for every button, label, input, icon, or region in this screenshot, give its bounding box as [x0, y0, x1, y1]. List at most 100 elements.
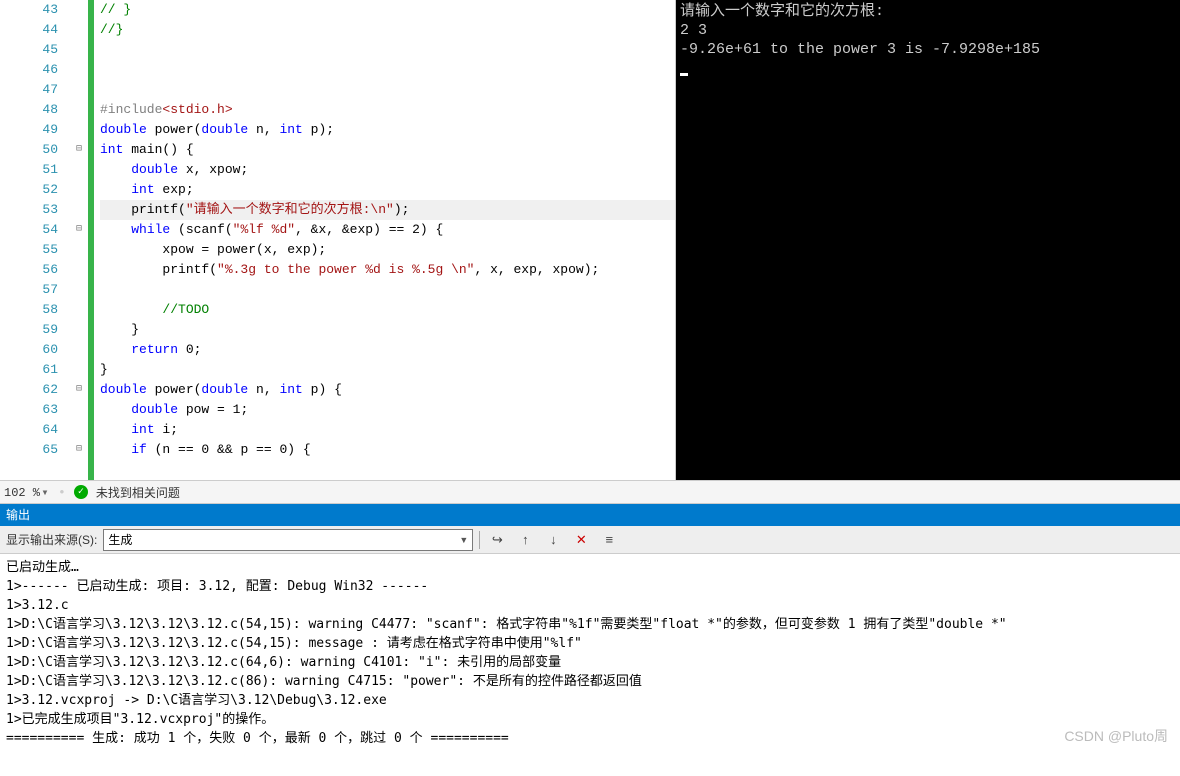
fold-toggle: [70, 260, 88, 280]
code-line[interactable]: [100, 40, 675, 60]
fold-toggle: [70, 180, 88, 200]
line-number: 59: [0, 320, 58, 340]
fold-toggle[interactable]: ⊟: [70, 220, 88, 240]
separator: [479, 531, 480, 549]
line-number: 57: [0, 280, 58, 300]
line-number: 62: [0, 380, 58, 400]
fold-toggle: [70, 420, 88, 440]
fold-toggle: [70, 80, 88, 100]
fold-toggle: [70, 20, 88, 40]
code-line[interactable]: xpow = power(x, exp);: [100, 240, 675, 260]
line-number: 63: [0, 400, 58, 420]
zoom-dropdown-icon[interactable]: ▾: [40, 485, 50, 500]
line-number: 64: [0, 420, 58, 440]
code-area[interactable]: // }//}#include<stdio.h>double power(dou…: [94, 0, 675, 480]
fold-toggle: [70, 280, 88, 300]
code-line[interactable]: [100, 80, 675, 100]
cursor: [680, 73, 688, 76]
toggle-wrap-button[interactable]: ≡: [598, 529, 620, 551]
line-number: 44: [0, 20, 58, 40]
fold-toggle: [70, 40, 88, 60]
fold-gutter[interactable]: ⊟ ⊟ ⊟ ⊟: [70, 0, 88, 480]
fold-toggle: [70, 0, 88, 20]
code-line[interactable]: double power(double n, int p) {: [100, 380, 675, 400]
line-number: 46: [0, 60, 58, 80]
line-number: 55: [0, 240, 58, 260]
fold-toggle: [70, 120, 88, 140]
line-number: 54: [0, 220, 58, 240]
output-source-label: 显示输出来源(S):: [6, 531, 97, 548]
main-area: 4344454647484950515253545556575859606162…: [0, 0, 1180, 480]
fold-toggle: [70, 360, 88, 380]
line-number: 47: [0, 80, 58, 100]
code-line[interactable]: while (scanf("%lf %d", &x, &exp) == 2) {: [100, 220, 675, 240]
line-number: 50: [0, 140, 58, 160]
fold-toggle[interactable]: ⊟: [70, 380, 88, 400]
console-line: 2 3: [680, 21, 1176, 40]
fold-toggle: [70, 100, 88, 120]
code-line[interactable]: int i;: [100, 420, 675, 440]
line-number: 45: [0, 40, 58, 60]
goto-source-button[interactable]: ↪: [486, 529, 508, 551]
code-line[interactable]: double x, xpow;: [100, 160, 675, 180]
console-line: 请输入一个数字和它的次方根:: [680, 2, 1176, 21]
chevron-down-icon: ▼: [459, 535, 468, 545]
status-text: 未找到相关问题: [96, 484, 180, 501]
code-line[interactable]: }: [100, 360, 675, 380]
output-line: ========== 生成: 成功 1 个，失败 0 个，最新 0 个，跳过 0…: [6, 729, 1174, 748]
output-toolbar: 显示输出来源(S): 生成 ▼ ↪ ↑ ↓ ✕ ≡: [0, 526, 1180, 554]
fold-toggle: [70, 340, 88, 360]
fold-toggle[interactable]: ⊟: [70, 140, 88, 160]
fold-toggle: [70, 400, 88, 420]
code-line[interactable]: #include<stdio.h>: [100, 100, 675, 120]
line-number: 48: [0, 100, 58, 120]
output-line: 已启动生成…: [6, 558, 1174, 577]
code-line[interactable]: double pow = 1;: [100, 400, 675, 420]
output-source-select[interactable]: 生成 ▼: [103, 529, 473, 551]
zoom-value: 102 %: [4, 486, 40, 500]
output-line: 1>D:\C语言学习\3.12\3.12\3.12.c(86): warning…: [6, 672, 1174, 691]
code-line[interactable]: // }: [100, 0, 675, 20]
line-number: 53: [0, 200, 58, 220]
code-line[interactable]: [100, 280, 675, 300]
code-line[interactable]: }: [100, 320, 675, 340]
code-line[interactable]: //}: [100, 20, 675, 40]
code-line[interactable]: printf("请输入一个数字和它的次方根:\n");: [100, 200, 675, 220]
output-body[interactable]: 已启动生成…1>------ 已启动生成: 项目: 3.12, 配置: Debu…: [0, 554, 1180, 774]
code-editor[interactable]: 4344454647484950515253545556575859606162…: [0, 0, 676, 480]
output-line: 1>D:\C语言学习\3.12\3.12\3.12.c(54,15): mess…: [6, 634, 1174, 653]
fold-toggle[interactable]: ⊟: [70, 440, 88, 460]
output-panel-title: 输出: [0, 504, 1180, 526]
line-number: 52: [0, 180, 58, 200]
line-number-gutter: 4344454647484950515253545556575859606162…: [0, 0, 70, 480]
code-line[interactable]: double power(double n, int p);: [100, 120, 675, 140]
fold-toggle: [70, 160, 88, 180]
clear-button[interactable]: ✕: [570, 529, 592, 551]
code-line[interactable]: int exp;: [100, 180, 675, 200]
code-line[interactable]: int main() {: [100, 140, 675, 160]
check-icon: ✓: [74, 485, 88, 499]
code-line[interactable]: [100, 60, 675, 80]
line-number: 60: [0, 340, 58, 360]
prev-message-button[interactable]: ↑: [514, 529, 536, 551]
output-line: 1>D:\C语言学习\3.12\3.12\3.12.c(64,6): warni…: [6, 653, 1174, 672]
code-line[interactable]: printf("%.3g to the power %d is %.5g \n"…: [100, 260, 675, 280]
zoom-level[interactable]: 102 %▾: [4, 485, 50, 500]
fold-toggle: [70, 240, 88, 260]
next-message-button[interactable]: ↓: [542, 529, 564, 551]
output-line: 1>3.12.c: [6, 596, 1174, 615]
editor-status-bar: 102 %▾ • ✓ 未找到相关问题: [0, 480, 1180, 504]
watermark: CSDN @Pluto周: [1064, 726, 1168, 746]
console-window[interactable]: 请输入一个数字和它的次方根:2 3-9.26e+61 to the power …: [676, 0, 1180, 480]
line-number: 43: [0, 0, 58, 20]
fold-toggle: [70, 60, 88, 80]
code-line[interactable]: return 0;: [100, 340, 675, 360]
code-line[interactable]: if (n == 0 && p == 0) {: [100, 440, 675, 460]
output-line: 1>------ 已启动生成: 项目: 3.12, 配置: Debug Win3…: [6, 577, 1174, 596]
code-line[interactable]: //TODO: [100, 300, 675, 320]
console-line: -9.26e+61 to the power 3 is -7.9298e+185: [680, 40, 1176, 59]
output-line: 1>D:\C语言学习\3.12\3.12\3.12.c(54,15): warn…: [6, 615, 1174, 634]
line-number: 58: [0, 300, 58, 320]
fold-toggle: [70, 320, 88, 340]
line-number: 51: [0, 160, 58, 180]
